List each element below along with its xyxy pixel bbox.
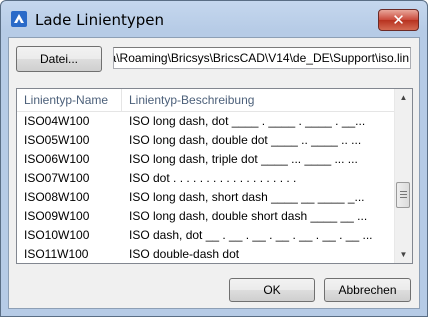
linetype-name: ISO09W100 bbox=[24, 209, 90, 223]
dialog-window: Lade Linientypen ✕ Datei... C:\Users\App… bbox=[0, 0, 428, 317]
window-title: Lade Linientypen bbox=[35, 11, 165, 29]
column-header-name[interactable]: Linientyp-Name bbox=[17, 89, 122, 111]
ok-button[interactable]: OK bbox=[229, 278, 315, 302]
table-row[interactable]: ISO10W100 ISO dash, dot __ . __ . __ . _… bbox=[17, 226, 395, 245]
linetype-name: ISO08W100 bbox=[24, 190, 90, 204]
file-browse-button[interactable]: Datei... bbox=[16, 46, 102, 72]
bricscad-app-icon bbox=[11, 11, 27, 27]
linetype-description: ISO long dash, short dash ____ __ ____ _… bbox=[129, 190, 365, 204]
linetype-name: ISO06W100 bbox=[24, 152, 90, 166]
table-row[interactable]: ISO11W100 ISO double-dash dot bbox=[17, 245, 395, 263]
linetype-description: ISO long dash, double dot ____ .. ____ .… bbox=[129, 133, 362, 147]
linetype-description: ISO long dash, triple dot ____ ... ____ … bbox=[129, 152, 358, 166]
close-button[interactable]: ✕ bbox=[378, 9, 419, 31]
table-row[interactable]: ISO04W100 ISO long dash, dot ____ . ____… bbox=[17, 112, 395, 131]
table-row[interactable]: ISO07W100 ISO dot . . . . . . . . . . . … bbox=[17, 169, 395, 188]
table-row[interactable]: ISO05W100 ISO long dash, double dot ____… bbox=[17, 131, 395, 150]
vertical-scrollbar[interactable]: ▲ ▼ bbox=[394, 89, 412, 263]
linetype-name: ISO04W100 bbox=[24, 114, 90, 128]
scroll-up-arrow-icon[interactable]: ▲ bbox=[395, 89, 412, 106]
file-path-field[interactable]: C:\Users\AppData\Roaming\Bricsys\BricsCA… bbox=[113, 47, 411, 69]
table-row[interactable]: ISO08W100 ISO long dash, short dash ____… bbox=[17, 188, 395, 207]
linetype-description: ISO dash, dot __ . __ . __ . __ . __ . _… bbox=[129, 228, 373, 242]
linetype-description: ISO long dash, dot ____ . ____ . ____ . … bbox=[129, 114, 366, 128]
title-bar[interactable]: Lade Linientypen ✕ bbox=[1, 1, 427, 35]
thumb-grip-line bbox=[400, 191, 407, 192]
cancel-button[interactable]: Abbrechen bbox=[324, 278, 411, 302]
linetype-description: ISO dot . . . . . . . . . . . . . . . . … bbox=[129, 171, 297, 185]
linetype-description: ISO long dash, double short dash ____ __… bbox=[129, 209, 368, 223]
dialog-client-area: Datei... C:\Users\AppData\Roaming\Bricsy… bbox=[8, 37, 420, 309]
thumb-grip-line bbox=[400, 194, 407, 195]
scrollbar-thumb[interactable] bbox=[396, 182, 410, 208]
column-header-description[interactable]: Linientyp-Beschreibung bbox=[122, 89, 389, 111]
linetype-description: ISO double-dash dot bbox=[129, 247, 240, 261]
linetype-name: ISO11W100 bbox=[24, 247, 89, 261]
thumb-grip-line bbox=[400, 197, 407, 198]
linetype-list[interactable]: Linientyp-Name Linientyp-Beschreibung IS… bbox=[16, 88, 413, 264]
table-row[interactable]: ISO09W100 ISO long dash, double short da… bbox=[17, 207, 395, 226]
linetype-name: ISO10W100 bbox=[24, 228, 90, 242]
table-row[interactable]: ISO06W100 ISO long dash, triple dot ____… bbox=[17, 150, 395, 169]
linetype-name: ISO05W100 bbox=[24, 133, 90, 147]
file-path-value: C:\Users\AppData\Roaming\Bricsys\BricsCA… bbox=[114, 51, 409, 65]
scroll-down-arrow-icon[interactable]: ▼ bbox=[395, 246, 412, 263]
list-header: Linientyp-Name Linientyp-Beschreibung bbox=[17, 89, 395, 112]
close-icon: ✕ bbox=[392, 11, 405, 29]
linetype-name: ISO07W100 bbox=[24, 171, 90, 185]
